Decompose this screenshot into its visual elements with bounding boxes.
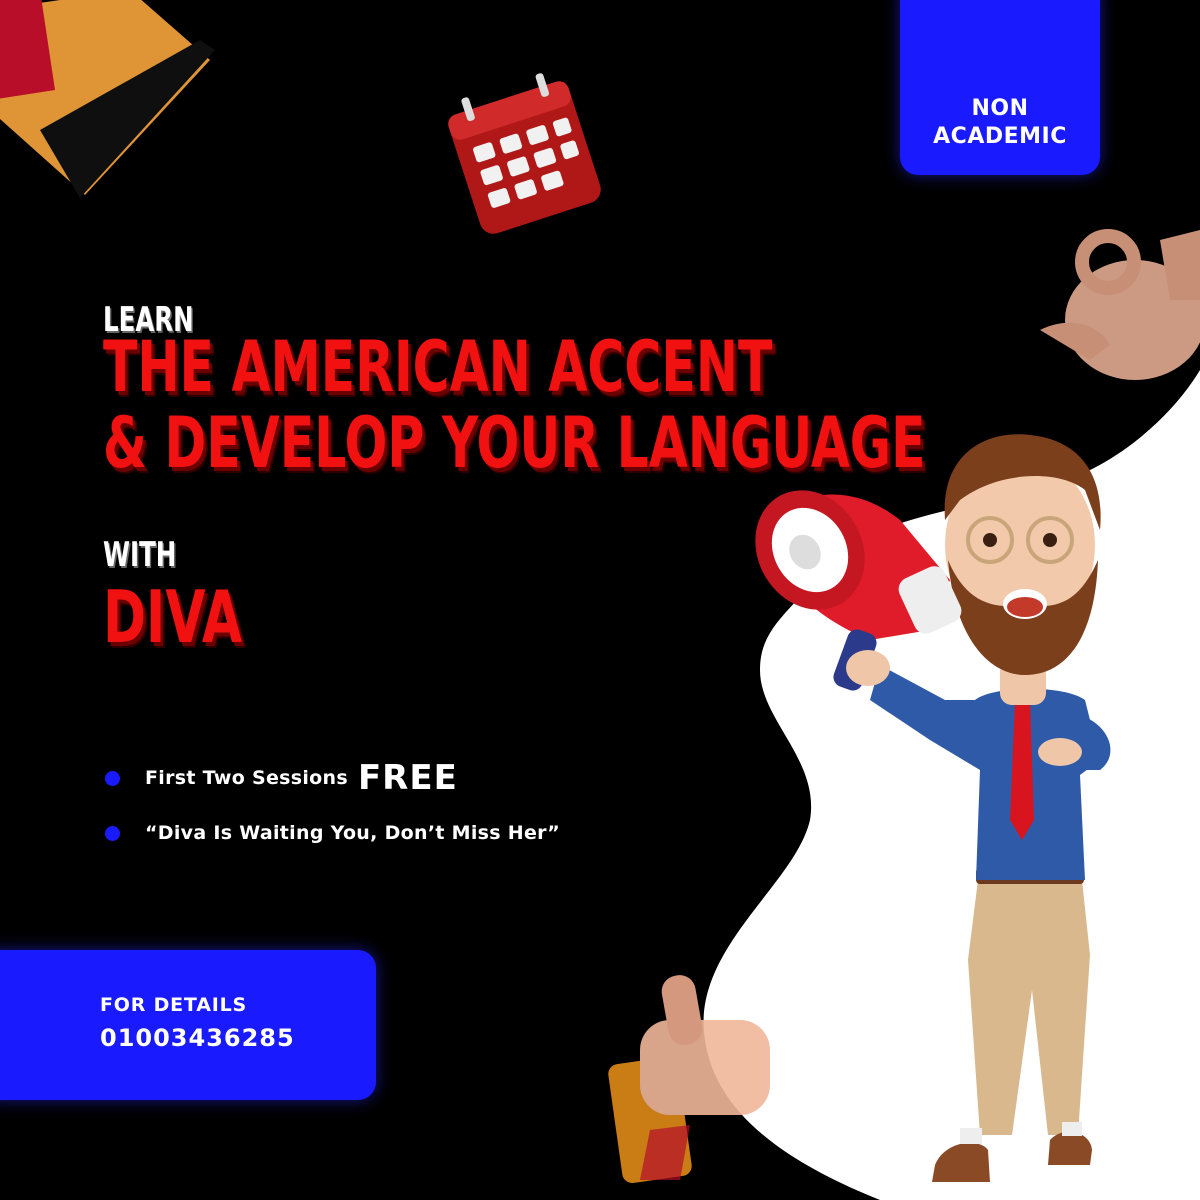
headline-line-2: & DEVELOP YOUR LANGUAGE (103, 402, 926, 484)
bullet-dot-icon (105, 825, 120, 841)
megaphone-icon (0, 0, 215, 198)
bullet-emphasis: FREE (357, 758, 458, 798)
badge-line-2: ACADEMIC (933, 124, 1067, 149)
contact-box: FOR DETAILS 01003436285 (0, 950, 376, 1100)
right-hand (1038, 738, 1082, 766)
non-academic-badge: NON ACADEMIC (900, 0, 1100, 175)
diva-label: DIVA (103, 575, 243, 659)
with-label: WITH (103, 535, 177, 575)
calendar-icon (448, 73, 601, 234)
headline-line-1: THE AMERICAN ACCENT (103, 326, 773, 408)
poster: NON ACADEMIC LEARN THE AMERICAN ACCENT &… (0, 0, 1200, 1200)
contact-phone: 01003436285 (100, 1024, 295, 1052)
ok-hand-icon (1040, 229, 1200, 380)
contact-label: FOR DETAILS (100, 994, 247, 1016)
bullet-dot-icon (105, 770, 120, 786)
left-hand (846, 650, 890, 686)
bullet-text: First Two Sessions (145, 767, 348, 789)
bullet-text: “Diva Is Waiting You, Don’t Miss Her” (145, 822, 560, 844)
bullet-free-sessions: First Two Sessions FREE (105, 758, 458, 798)
bullet-quote: “Diva Is Waiting You, Don’t Miss Her” (105, 822, 560, 844)
badge-line-1: NON (971, 96, 1029, 121)
